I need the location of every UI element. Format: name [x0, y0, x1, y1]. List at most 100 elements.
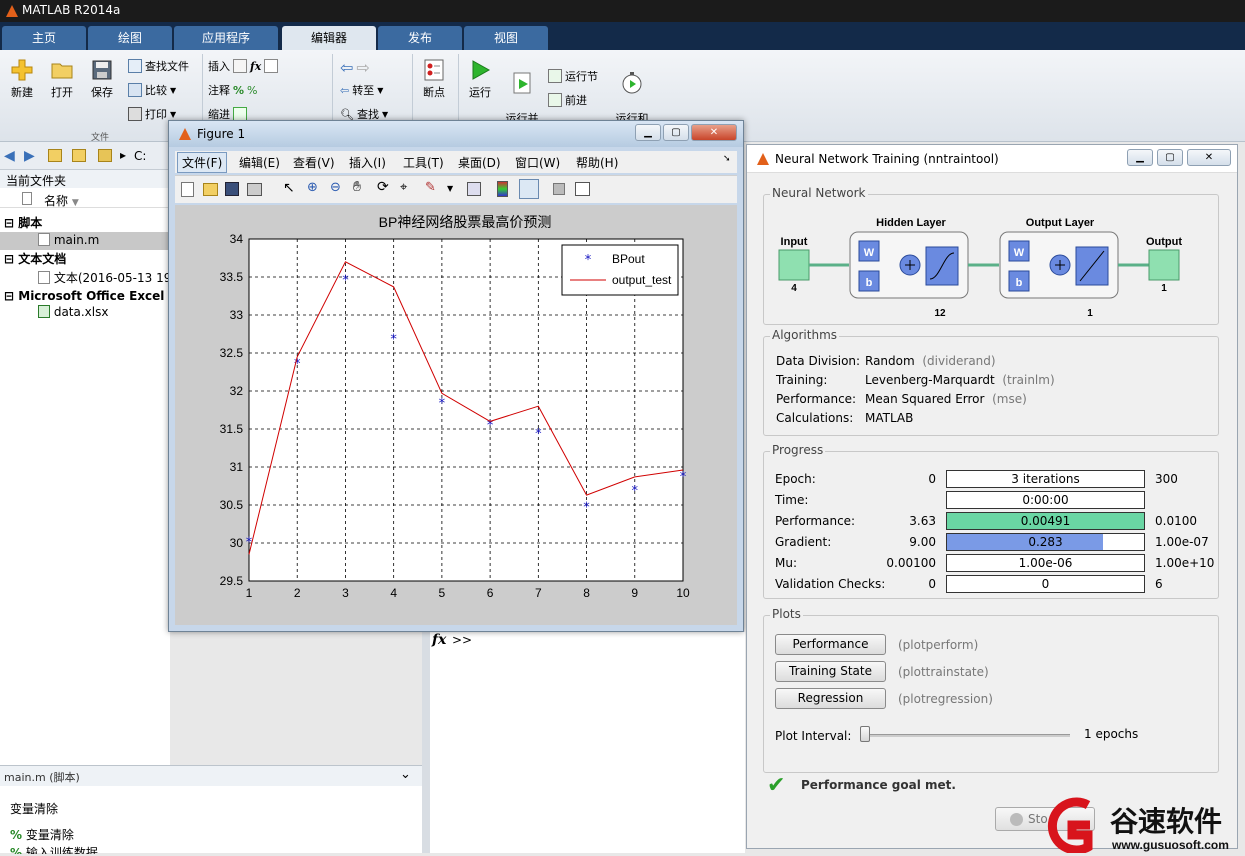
- open-file-icon[interactable]: [203, 183, 218, 196]
- uncomment-icon[interactable]: %: [247, 84, 257, 97]
- group-scripts[interactable]: ⊟ 脚本: [4, 214, 42, 231]
- back-forward-buttons[interactable]: ⇦ ⇨: [340, 58, 370, 77]
- run-section-button[interactable]: 运行节: [548, 68, 598, 84]
- progress-min: 9.00: [909, 535, 936, 549]
- print-icon[interactable]: [247, 183, 262, 196]
- menu-tools[interactable]: 工具(T): [403, 154, 444, 171]
- command-window[interactable]: fx >>: [430, 632, 745, 853]
- tab-editor[interactable]: 编辑器: [282, 26, 376, 50]
- breakpoints-button[interactable]: 断点: [418, 58, 450, 100]
- brush-icon[interactable]: ✎: [425, 180, 436, 195]
- maximize-button[interactable]: ▢: [663, 124, 689, 141]
- forward-arrow-icon[interactable]: ⇨: [356, 58, 369, 77]
- menu-help[interactable]: 帮助(H): [576, 154, 618, 171]
- print-label: 打印: [145, 108, 167, 121]
- fx-icon[interactable]: fx: [432, 632, 446, 648]
- progress-bar: 0.283: [946, 533, 1145, 551]
- file-item-data-xlsx[interactable]: data.xlsx: [38, 305, 108, 319]
- open-button[interactable]: 打开: [46, 58, 78, 100]
- panel-divider[interactable]: [422, 632, 430, 853]
- algorithm-function: (trainlm): [1002, 373, 1055, 387]
- indent-icon: [233, 107, 247, 121]
- file-item-main-m[interactable]: main.m: [0, 232, 170, 250]
- slider-thumb[interactable]: [860, 726, 870, 742]
- plot-regression-button[interactable]: Regression: [775, 688, 886, 709]
- nav-back-icon[interactable]: ◀: [4, 148, 15, 164]
- group-excel[interactable]: ⊟ Microsoft Office Excel 工: [4, 287, 181, 304]
- progress-row: Validation Checks: 0 0 6: [764, 574, 1220, 594]
- menu-view[interactable]: 查看(V): [293, 154, 335, 171]
- figure-canvas: BP神经网络股票最高价预测 1 2 3 4 5 6 7 8 9 10 29.5 30 30.5 31 31.…: [175, 205, 737, 625]
- insert-icon: [233, 59, 247, 73]
- goto-button[interactable]: ⇦ 转至 ▼: [340, 82, 383, 98]
- plot-performance-button[interactable]: Performance: [775, 634, 886, 655]
- brush-dropdown-icon[interactable]: ▼: [447, 184, 453, 193]
- advance-button[interactable]: 前进: [548, 92, 587, 108]
- fx-icon[interactable]: fx: [250, 60, 261, 73]
- hide-tools-icon[interactable]: [553, 183, 565, 195]
- minimize-button[interactable]: ▁: [1127, 149, 1153, 166]
- maximize-button[interactable]: ▢: [1157, 149, 1183, 166]
- chart-svg: BP神经网络股票最高价预测 1 2 3 4 5 6 7 8 9 1029.53030.53131.…: [220, 214, 690, 600]
- hidden-layer-label: Hidden Layer: [876, 217, 946, 229]
- tab-publish[interactable]: 发布: [378, 26, 462, 50]
- plot-training-state-button[interactable]: Training State: [775, 661, 886, 682]
- save-disk-icon: [92, 60, 112, 80]
- legend[interactable]: * BPout output_test: [561, 244, 679, 296]
- nav-forward-icon[interactable]: ▶: [24, 148, 35, 164]
- menu-edit[interactable]: 编辑(E): [239, 154, 280, 171]
- insert-button[interactable]: 插入 fx: [208, 58, 279, 74]
- run-section-label: 运行节: [565, 70, 598, 83]
- rotate-3d-icon[interactable]: ⟳: [377, 179, 389, 195]
- tab-view[interactable]: 视图: [464, 26, 548, 50]
- link-plot-icon[interactable]: [467, 182, 481, 196]
- close-button[interactable]: ✕: [691, 124, 737, 141]
- function-icon[interactable]: [264, 59, 279, 73]
- save-disk-icon[interactable]: [225, 182, 239, 196]
- browse-folder-icon[interactable]: [72, 149, 86, 162]
- figure-titlebar[interactable]: Figure 1 ▁ ▢ ✕: [169, 121, 743, 147]
- folder-up-icon[interactable]: [48, 149, 62, 162]
- tab-plots[interactable]: 绘图: [88, 26, 172, 50]
- data-cursor-icon[interactable]: ⌖: [400, 180, 407, 195]
- minimize-button[interactable]: ▁: [635, 124, 661, 141]
- save-button[interactable]: 保存: [86, 58, 118, 100]
- menu-desktop[interactable]: 桌面(D): [458, 154, 501, 171]
- tab-apps[interactable]: 应用程序: [174, 26, 278, 50]
- algorithm-key: Data Division:: [776, 354, 861, 368]
- zoom-in-icon[interactable]: ⊕: [307, 180, 318, 195]
- group-text[interactable]: ⊟ 文本文档: [4, 250, 66, 267]
- nntool-titlebar[interactable]: Neural Network Training (nntraintool) ▁ …: [747, 145, 1237, 173]
- pan-hand-icon[interactable]: ✋︎: [353, 179, 361, 195]
- input-label: Input: [781, 236, 808, 248]
- detail-item[interactable]: % 变量清除: [10, 826, 74, 843]
- menu-expand-icon[interactable]: ➘: [723, 154, 731, 164]
- chevron-down-icon[interactable]: ⌄: [400, 767, 411, 782]
- chart-title: BP神经网络股票最高价预测: [379, 214, 552, 230]
- menu-window[interactable]: 窗口(W): [515, 154, 560, 171]
- find-files-button[interactable]: 查找文件: [128, 58, 189, 74]
- colorbar-icon[interactable]: [497, 181, 508, 197]
- back-arrow-icon[interactable]: ⇦: [340, 58, 353, 77]
- y-tick-label: 31.5: [220, 422, 244, 436]
- show-tools-icon[interactable]: [575, 182, 590, 196]
- figure-toolbar: ↖ ⊕ ⊖ ✋︎ ⟳ ⌖ ✎ ▼: [175, 175, 737, 203]
- tab-home[interactable]: 主页: [2, 26, 86, 50]
- comment-button[interactable]: 注释%%: [208, 82, 257, 98]
- legend-toggle-icon[interactable]: [519, 179, 539, 199]
- path-drive[interactable]: C:: [134, 149, 146, 163]
- run-button[interactable]: 运行: [464, 58, 496, 100]
- menu-file[interactable]: 文件(F): [177, 152, 228, 173]
- file-item-text[interactable]: 文本(2016-05-13 19: [38, 269, 171, 286]
- progress-row: Performance: 3.63 0.00491 0.0100: [764, 511, 1220, 531]
- x-tick-label: 8: [583, 586, 590, 600]
- menu-insert[interactable]: 插入(I): [349, 154, 386, 171]
- zoom-out-icon[interactable]: ⊖: [330, 180, 341, 195]
- compare-button[interactable]: 比较 ▼: [128, 82, 176, 98]
- plot-interval-slider[interactable]: [860, 734, 1070, 737]
- close-button[interactable]: ✕: [1187, 149, 1231, 166]
- new-button[interactable]: 新建: [6, 58, 38, 100]
- new-figure-icon[interactable]: [181, 182, 194, 197]
- pointer-arrow-icon[interactable]: ↖: [283, 180, 295, 196]
- progress-key: Performance:: [775, 514, 856, 528]
